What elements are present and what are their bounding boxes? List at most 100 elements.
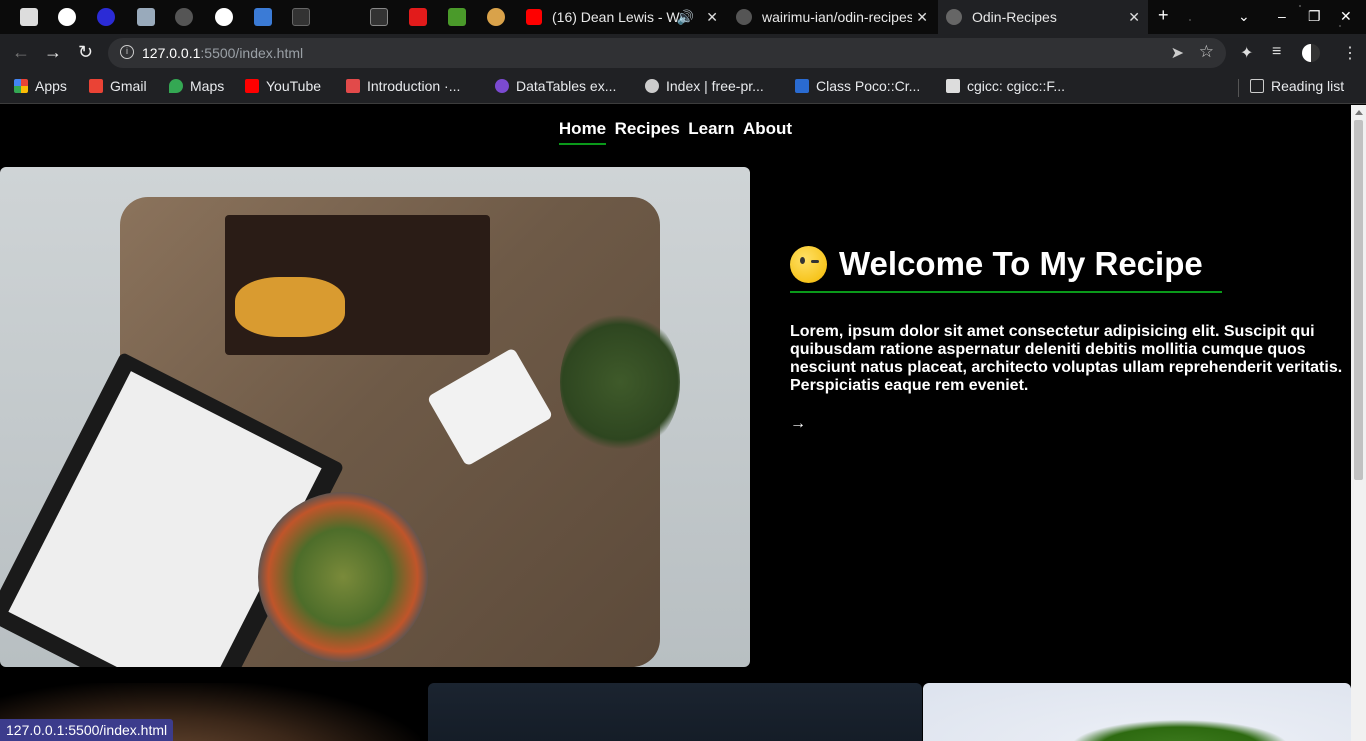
- bookmark-maps[interactable]: Maps: [169, 78, 224, 94]
- close-tab-icon[interactable]: ✕: [706, 9, 718, 26]
- bookmark-apps[interactable]: Apps: [14, 78, 67, 94]
- pinned-tab-icon[interactable]: [487, 8, 505, 26]
- plant: [560, 307, 680, 457]
- restore-icon[interactable]: ❐: [1308, 8, 1321, 25]
- page-scrollbar[interactable]: [1351, 105, 1366, 741]
- nav-about-link[interactable]: About: [743, 119, 792, 143]
- bookmark-label: YouTube: [266, 78, 322, 94]
- tab-strip: (16) Dean Lewis - W 🔊 ✕ wairimu-ian/odin…: [0, 0, 1366, 34]
- poco-icon: [795, 79, 809, 93]
- minimize-icon[interactable]: –: [1278, 8, 1286, 24]
- tab-youtube[interactable]: (16) Dean Lewis - W 🔊 ✕: [518, 0, 726, 34]
- menu-icon[interactable]: ⋮: [1342, 43, 1358, 63]
- address-bar[interactable]: i 127.0.0.1:5500/index.html ➤ ☆: [108, 38, 1226, 68]
- pinned-tab-icon[interactable]: [215, 8, 233, 26]
- bookmark-label: Index | free-pr...: [666, 78, 764, 94]
- hero-paragraph: Lorem, ipsum dolor sit amet consectetur …: [790, 323, 1343, 394]
- page-viewport: Home Recipes Learn About Welcome To My R…: [0, 105, 1351, 741]
- hero-food-image: [0, 167, 750, 667]
- bookmark-label: DataTables ex...: [516, 78, 617, 94]
- forward-icon[interactable]: →: [44, 42, 62, 63]
- pinned-tab-icon[interactable]: [448, 8, 466, 26]
- pinned-tab-icon[interactable]: [137, 8, 155, 26]
- datatables-icon: [495, 79, 509, 93]
- new-tab-icon[interactable]: +: [1158, 5, 1169, 26]
- globe-icon: [946, 9, 962, 25]
- close-window-icon[interactable]: ✕: [1340, 8, 1352, 25]
- hero-heading: Welcome To My Recipe: [790, 245, 1222, 293]
- bookmark-label: Class Poco::Cr...: [816, 78, 921, 94]
- bookmarks-separator: [1238, 79, 1239, 97]
- pinned-tab-icon[interactable]: [292, 8, 310, 26]
- bookmark-introduction[interactable]: Introduction ·...: [346, 78, 460, 94]
- fries: [235, 277, 345, 337]
- bookmarks-bar: Apps Gmail Maps YouTube Introduction ·..…: [0, 72, 1366, 104]
- tab-title: wairimu-ian/odin-recipes: [762, 9, 912, 25]
- extensions-icon[interactable]: ✦: [1240, 43, 1253, 63]
- pinned-tab-search-icon[interactable]: [20, 8, 38, 26]
- nav-home-link[interactable]: Home: [558, 119, 607, 145]
- reading-list-icon: [1250, 79, 1264, 93]
- bookmark-label: cgicc: cgicc::F...: [967, 78, 1066, 94]
- media-control-icon[interactable]: ≡: [1272, 43, 1281, 61]
- tab-search-chevron-icon[interactable]: ⌄: [1238, 8, 1250, 25]
- arrow-right-icon[interactable]: →: [790, 415, 1346, 433]
- reading-list-button[interactable]: Reading list: [1250, 78, 1344, 94]
- hero-title: Welcome To My Recipe: [839, 245, 1203, 282]
- dark-mode-icon[interactable]: [1302, 44, 1320, 62]
- youtube-icon: [245, 79, 259, 93]
- pinned-tab-icon[interactable]: [175, 8, 193, 26]
- bookmark-datatables[interactable]: DataTables ex...: [495, 78, 616, 94]
- url-text[interactable]: 127.0.0.1:5500/index.html: [142, 45, 303, 61]
- tab-title: (16) Dean Lewis - W: [552, 9, 680, 25]
- bookmark-star-icon[interactable]: ☆: [1199, 42, 1214, 62]
- github-icon: [736, 9, 752, 25]
- bookmark-gmail[interactable]: Gmail: [89, 78, 147, 94]
- pinned-tab-icon[interactable]: [97, 8, 115, 26]
- site-info-icon[interactable]: i: [120, 45, 134, 59]
- bookmark-poco[interactable]: Class Poco::Cr...: [795, 78, 920, 94]
- back-icon[interactable]: ←: [12, 42, 30, 63]
- bookmark-index-free[interactable]: Index | free-pr...: [645, 78, 764, 94]
- cgicc-icon: [946, 79, 960, 93]
- winking-face-icon: [790, 245, 827, 283]
- gmail-icon: [89, 79, 103, 93]
- url-host: 127.0.0.1: [142, 45, 201, 61]
- globe-icon: [645, 79, 659, 93]
- apps-grid-icon: [14, 79, 28, 93]
- pinned-tab-icon[interactable]: [409, 8, 427, 26]
- nav-recipes-link[interactable]: Recipes: [615, 119, 680, 143]
- status-bar-url: 127.0.0.1:5500/index.html: [0, 719, 174, 741]
- pinned-tab-icon[interactable]: [254, 8, 272, 26]
- youtube-icon: [526, 9, 542, 25]
- hero-text: Welcome To My Recipe Lorem, ipsum dolor …: [790, 245, 1346, 433]
- close-tab-icon[interactable]: ✕: [1128, 9, 1140, 26]
- pinned-tab-icon[interactable]: [58, 8, 76, 26]
- site-nav: Home Recipes Learn About: [0, 119, 1351, 145]
- bookmark-cgicc[interactable]: cgicc: cgicc::F...: [946, 78, 1065, 94]
- scrollbar-thumb[interactable]: [1354, 120, 1363, 480]
- bookmark-label: Apps: [35, 78, 67, 94]
- bookmark-label: Introduction ·...: [367, 78, 461, 94]
- bookmark-youtube[interactable]: YouTube: [245, 78, 321, 94]
- pinned-tab-icon[interactable]: [370, 8, 388, 26]
- speaker-icon[interactable]: 🔊: [677, 9, 694, 26]
- tab-title: Odin-Recipes: [972, 9, 1057, 25]
- salad-bowl: [258, 492, 428, 662]
- bookmark-icon: [346, 79, 360, 93]
- scroll-up-icon[interactable]: [1355, 110, 1363, 115]
- recipe-card-image[interactable]: [923, 683, 1351, 741]
- bookmark-label: Maps: [190, 78, 225, 94]
- recipe-card-image[interactable]: [428, 683, 922, 741]
- url-path: :5500/index.html: [200, 45, 304, 61]
- reading-list-label: Reading list: [1271, 78, 1345, 94]
- reload-icon[interactable]: ↻: [78, 42, 93, 63]
- maps-pin-icon: [169, 79, 183, 93]
- send-icon[interactable]: ➤: [1171, 43, 1184, 63]
- bookmark-label: Gmail: [110, 78, 147, 94]
- nav-learn-link[interactable]: Learn: [688, 119, 734, 143]
- close-tab-icon[interactable]: ✕: [916, 9, 928, 26]
- browser-toolbar: ← → ↻ i 127.0.0.1:5500/index.html ➤ ☆ ✦ …: [0, 34, 1366, 72]
- tab-github[interactable]: wairimu-ian/odin-recipes ✕: [728, 0, 936, 34]
- tab-odin-recipes[interactable]: Odin-Recipes ✕: [938, 0, 1148, 34]
